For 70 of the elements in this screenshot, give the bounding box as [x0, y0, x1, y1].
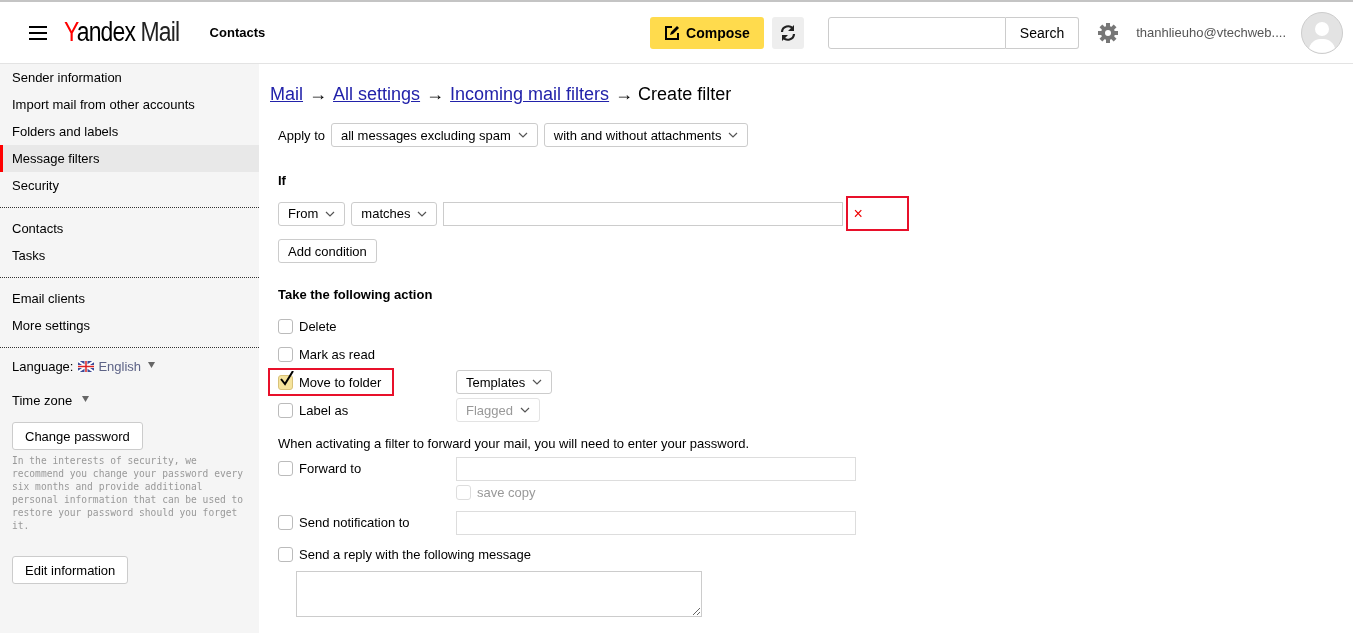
avatar-icon [1301, 11, 1343, 54]
logo[interactable]: Yandex Mail [64, 17, 180, 48]
sidebar-item[interactable]: Contacts [0, 215, 259, 242]
apply-to-label: Apply to [278, 127, 325, 143]
chevron-icon [325, 210, 336, 217]
remove-button[interactable]: × [846, 196, 910, 231]
chevron-icon [517, 132, 528, 138]
refresh-icon [778, 23, 797, 42]
folder-dropdown[interactable]: Templates [456, 370, 553, 394]
checkbox[interactable] [278, 514, 293, 530]
language-link[interactable]: English [98, 359, 142, 374]
chevron-icon [520, 407, 530, 413]
input-field[interactable] [456, 511, 856, 535]
checkbox[interactable] [278, 546, 293, 562]
sidebar-item[interactable]: Security [0, 172, 259, 199]
add-condition-button[interactable]: Add condition [278, 239, 377, 263]
checkbox[interactable] [278, 374, 293, 390]
breadcrumb-text: → Create filter [615, 84, 732, 105]
refresh-button[interactable] [771, 16, 804, 49]
option-label[interactable]: Send a reply with the following message [299, 546, 531, 562]
breadcrumb-link[interactable]: Incoming mail filters [450, 84, 610, 105]
time-zone-link[interactable]: Time zone [12, 393, 73, 408]
breadcrumb-link[interactable]: Mail [270, 84, 303, 105]
section-heading: If [278, 173, 287, 188]
input-field[interactable] [456, 457, 856, 481]
search-field[interactable] [827, 16, 1006, 49]
nav-link[interactable]: Contacts [209, 25, 266, 40]
dropdown[interactable]: with and without attachments [543, 123, 749, 147]
caret-icon [148, 361, 156, 368]
settings-icon [1097, 21, 1120, 44]
breadcrumb-text: → [309, 84, 327, 105]
message-field[interactable] [296, 571, 702, 617]
compose-button[interactable]: Compose [650, 16, 764, 49]
option-label[interactable]: Mark as read [299, 346, 375, 362]
breadcrumb-link[interactable]: All settings [333, 84, 421, 105]
security-note: In the interests of security, we recommend you change your password every six months and provide additional personal information that can be used to restore your password should you forget it. [12, 454, 245, 532]
sidebar-item[interactable]: Folders and labels [0, 118, 259, 145]
menu-icon [29, 24, 47, 41]
search-button[interactable]: Search [1005, 16, 1080, 49]
condition-field[interactable] [443, 201, 844, 226]
checkmark-icon [279, 370, 295, 387]
option-label[interactable]: Send notification to [299, 514, 410, 530]
chevron-icon [417, 210, 428, 217]
option-label[interactable]: Forward to [299, 460, 362, 476]
forward-notice: When activating a filter to forward your mail, you will need to enter your password. [278, 436, 751, 451]
sidebar-item[interactable]: Message filters [0, 145, 259, 172]
sidebar-item[interactable]: Tasks [0, 242, 259, 269]
checkbox[interactable] [278, 318, 293, 334]
edit-information-button[interactable]: Edit information [12, 556, 129, 584]
option-label[interactable]: Delete [299, 318, 337, 334]
dropdown[interactable]: From [278, 201, 346, 226]
checkbox[interactable] [278, 460, 293, 476]
dropdown[interactable]: all messages excluding spam [331, 123, 538, 147]
sidebar-item[interactable]: Email clients [0, 285, 259, 312]
sidebar-item[interactable]: More settings [0, 312, 259, 339]
section-heading: Take the following action [278, 287, 434, 302]
caret-icon [82, 395, 90, 402]
change-password-button[interactable]: Change password [12, 422, 143, 450]
sidebar-item[interactable]: Sender information [0, 64, 259, 91]
language-label: Language: [12, 359, 74, 374]
flag-icon [78, 361, 95, 372]
account-name[interactable]: thanhlieuho@vtechweb.... [1136, 25, 1286, 40]
checkbox[interactable] [278, 346, 293, 362]
sidebar-item[interactable]: Import mail from other accounts [0, 91, 259, 118]
breadcrumb-text: → [426, 84, 445, 105]
chevron-icon [532, 379, 543, 385]
dropdown[interactable]: matches [351, 201, 438, 226]
option-label[interactable]: Move to folder [299, 374, 382, 390]
pencil-icon [664, 24, 681, 41]
chevron-icon [728, 132, 739, 138]
